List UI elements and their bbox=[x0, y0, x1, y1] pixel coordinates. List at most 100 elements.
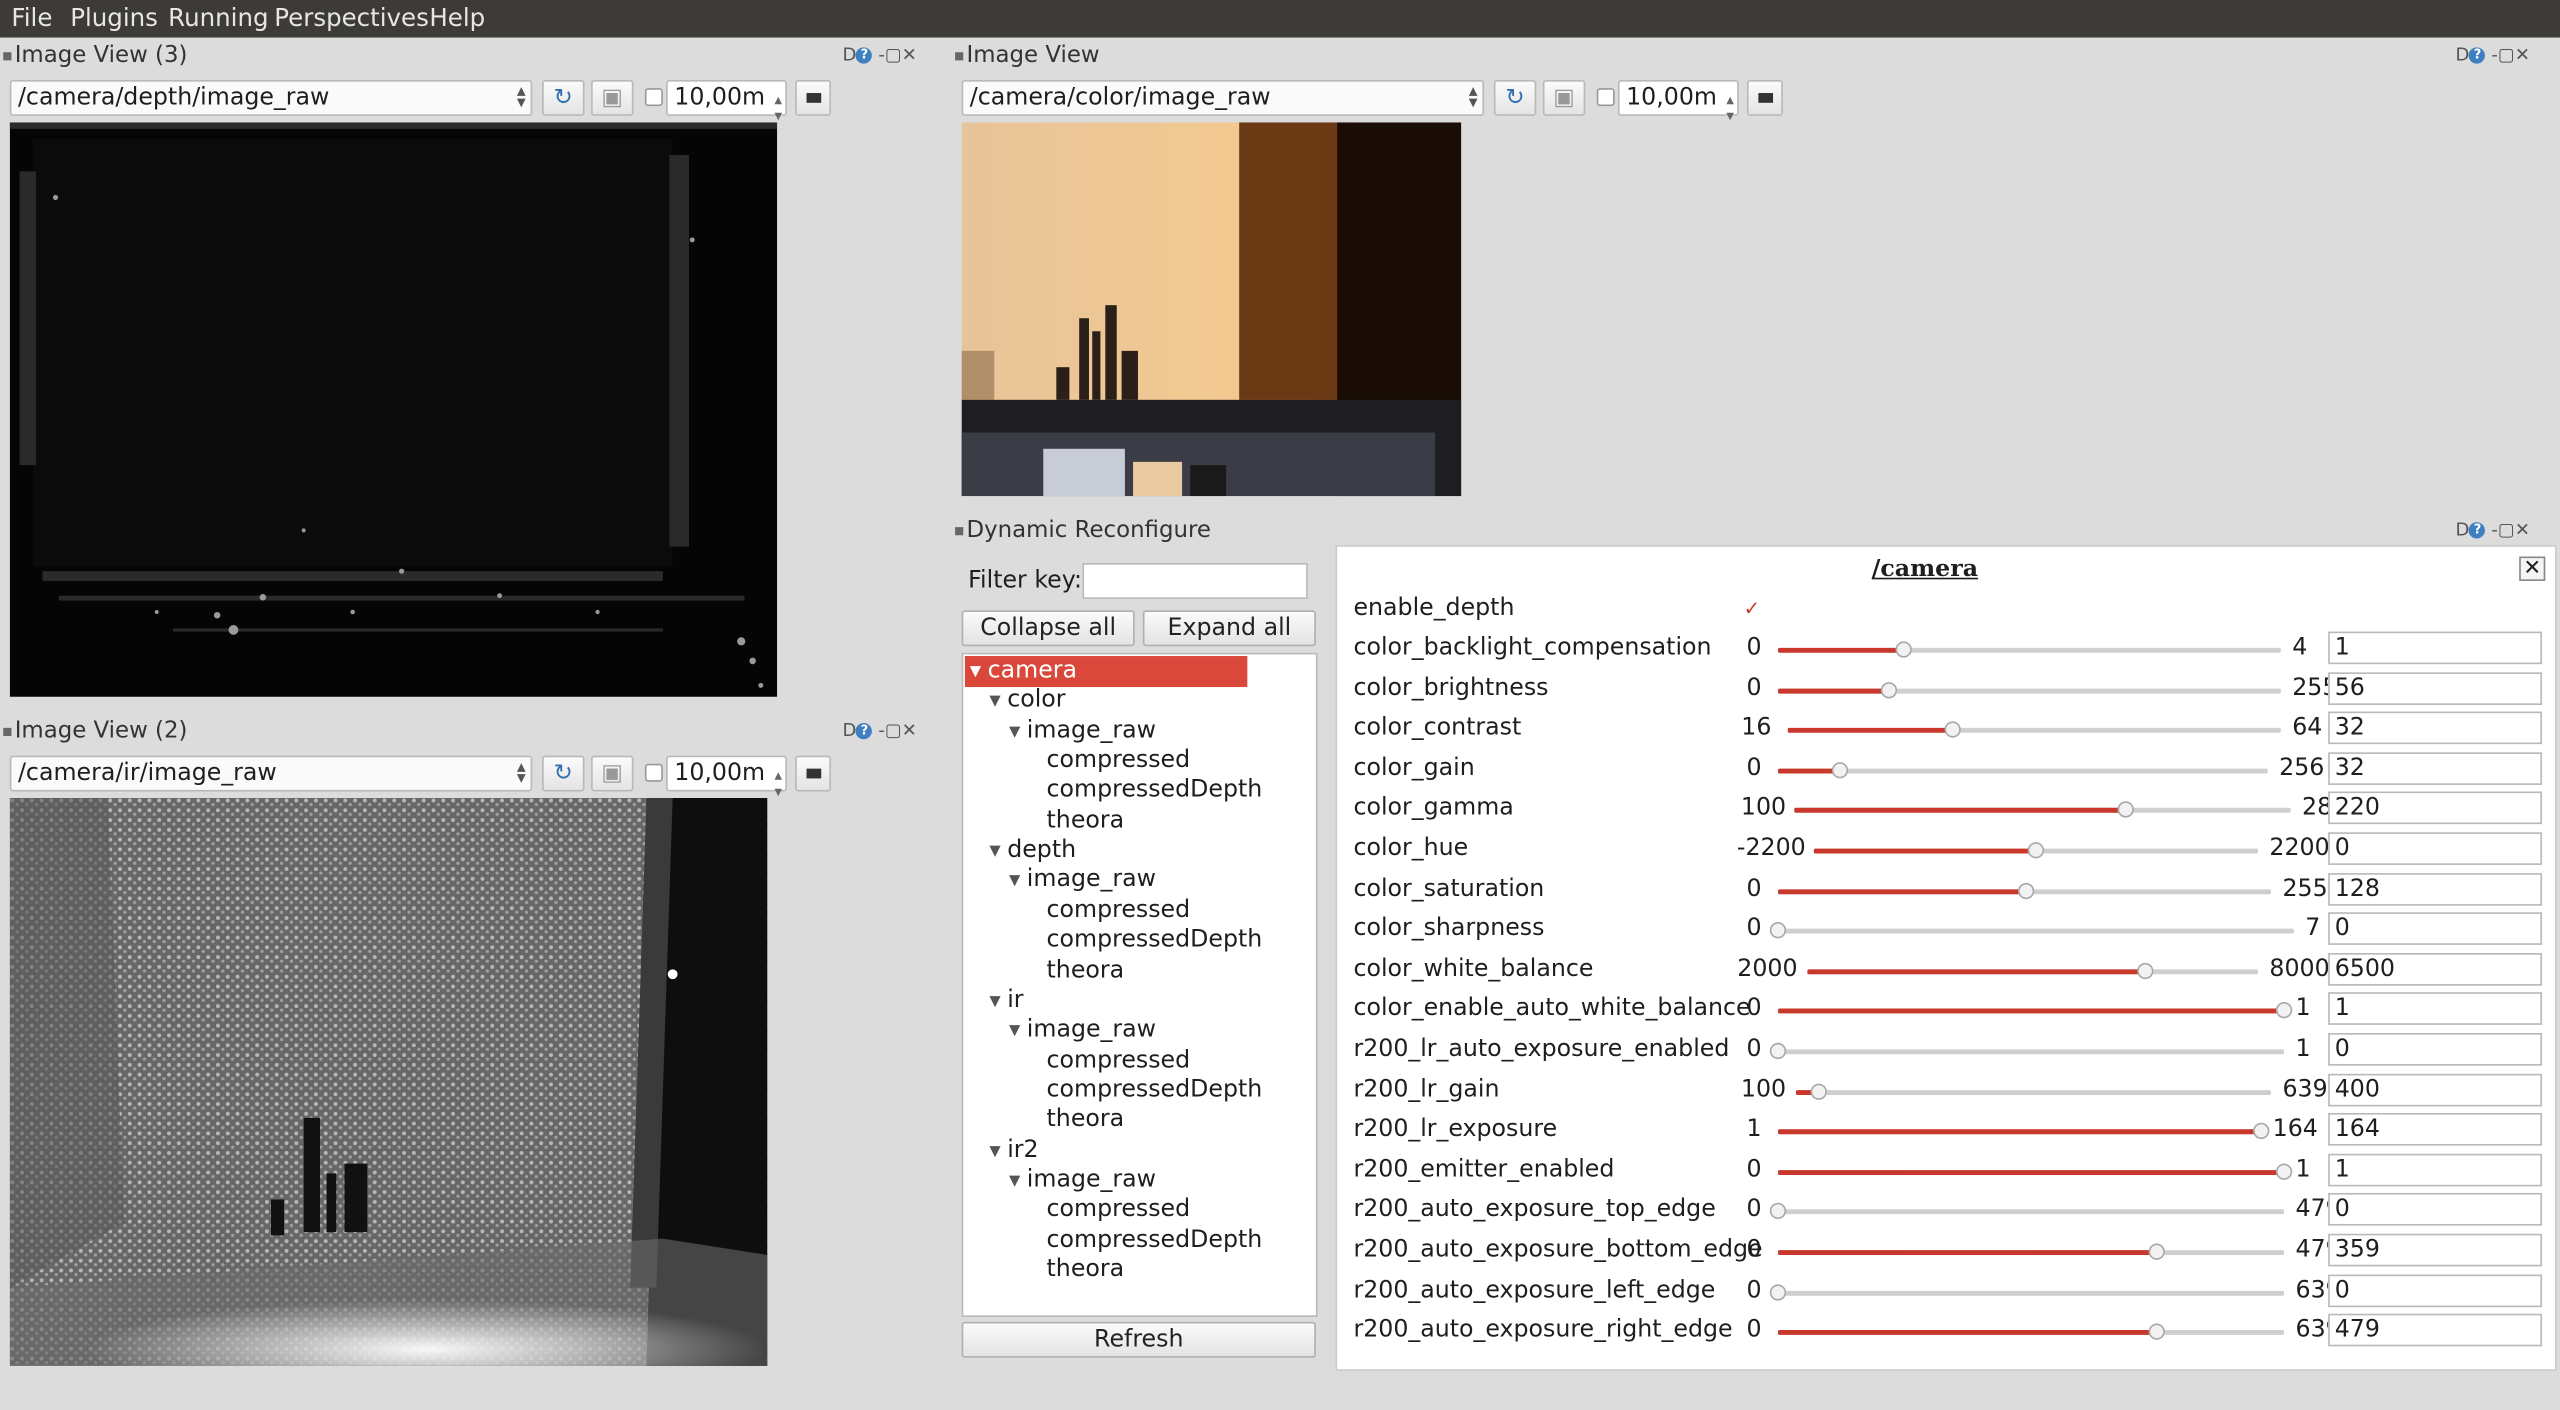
tree-node[interactable]: compressedDepth bbox=[1029, 1225, 1263, 1254]
topic-select[interactable]: /camera/ir/image_raw ▲ ▼ bbox=[9, 755, 533, 792]
dock-undock-icon[interactable]: -▢ bbox=[878, 44, 901, 65]
expand-arrow-icon[interactable]: ▼ bbox=[970, 664, 981, 680]
help-icon[interactable]: ? bbox=[2469, 522, 2486, 539]
param-slider[interactable] bbox=[1769, 1203, 2285, 1220]
close-icon[interactable]: ✕ bbox=[2515, 44, 2530, 65]
param-value-input[interactable]: 32 bbox=[2328, 751, 2543, 785]
close-icon[interactable]: ✕ bbox=[2519, 556, 2546, 581]
expand-all-button[interactable]: Expand all bbox=[1142, 610, 1316, 647]
slider-handle[interactable] bbox=[1769, 1042, 1787, 1060]
spin-down-icon[interactable]: ▼ bbox=[1726, 101, 1734, 132]
dock-undock-icon[interactable]: -▢ bbox=[2491, 44, 2514, 65]
param-value-input[interactable]: 0 bbox=[2328, 1273, 2543, 1307]
dock-float-icon[interactable]: D bbox=[2456, 44, 2470, 65]
param-slider[interactable] bbox=[1769, 922, 2294, 939]
tree-node[interactable]: compressedDepth bbox=[1029, 776, 1263, 805]
dock-undock-icon[interactable]: -▢ bbox=[2491, 519, 2514, 540]
param-slider[interactable] bbox=[1769, 1042, 2285, 1060]
param-value-input[interactable]: 1 bbox=[2328, 992, 2543, 1026]
dock-grip-icon[interactable] bbox=[3, 727, 12, 736]
slider-handle[interactable] bbox=[2137, 962, 2154, 979]
expand-arrow-icon[interactable]: ▼ bbox=[1009, 874, 1020, 890]
slider-handle[interactable] bbox=[2275, 1002, 2293, 1019]
expand-arrow-icon[interactable]: ▼ bbox=[1009, 724, 1020, 740]
param-slider[interactable] bbox=[1777, 761, 2268, 779]
tree-node[interactable]: ▼ image_raw bbox=[1009, 1015, 1156, 1046]
expand-arrow-icon[interactable]: ▼ bbox=[1009, 1173, 1020, 1189]
tree-node[interactable]: ▼ image_raw bbox=[1009, 716, 1156, 747]
save-image-button[interactable]: ▣ bbox=[591, 755, 634, 792]
dynamic-range-checkbox[interactable] bbox=[1596, 88, 1615, 107]
slider-handle[interactable] bbox=[1769, 1203, 1787, 1220]
expand-arrow-icon[interactable]: ▼ bbox=[1009, 1024, 1020, 1040]
collapse-all-button[interactable]: Collapse all bbox=[961, 610, 1135, 647]
param-value-input[interactable]: 0 bbox=[2328, 912, 2543, 946]
slider-handle[interactable] bbox=[2017, 882, 2034, 899]
zoom-fit-button[interactable] bbox=[795, 755, 832, 792]
param-value-input[interactable]: 479 bbox=[2328, 1314, 2543, 1347]
tree-node[interactable]: compressed bbox=[1029, 1045, 1191, 1074]
dock-grip-icon[interactable] bbox=[3, 51, 12, 60]
topic-select[interactable]: /camera/depth/image_raw ▲ ▼ bbox=[9, 79, 533, 116]
save-image-button[interactable]: ▣ bbox=[1542, 79, 1586, 116]
slider-handle[interactable] bbox=[2253, 1123, 2270, 1140]
max-range-spinbox[interactable]: 10,00m ▲ ▼ bbox=[666, 79, 787, 122]
param-slider[interactable] bbox=[1777, 681, 2281, 698]
slider-handle[interactable] bbox=[1810, 1082, 1827, 1100]
expand-arrow-icon[interactable]: ▼ bbox=[989, 1143, 1000, 1159]
slider-handle[interactable] bbox=[1943, 721, 1961, 738]
slider-handle[interactable] bbox=[2027, 842, 2045, 859]
tree-node[interactable]: theora bbox=[1029, 806, 1125, 835]
help-icon[interactable]: ? bbox=[856, 722, 873, 740]
max-range-spinbox[interactable]: 10,00m ▲ ▼ bbox=[666, 755, 787, 798]
dock-grip-icon[interactable] bbox=[955, 51, 964, 60]
param-value-input[interactable]: 0 bbox=[2328, 1193, 2543, 1227]
param-slider[interactable] bbox=[1777, 641, 2281, 658]
tree-node[interactable]: ▼ ir2 bbox=[989, 1135, 1038, 1166]
help-icon[interactable]: ? bbox=[856, 47, 873, 64]
dynamic-range-checkbox[interactable] bbox=[644, 88, 663, 107]
param-slider[interactable] bbox=[1777, 1002, 2293, 1019]
dock-undock-icon[interactable]: -▢ bbox=[878, 720, 901, 741]
tree-node[interactable]: theora bbox=[1029, 1255, 1125, 1284]
tree-node[interactable]: compressed bbox=[1029, 746, 1191, 775]
param-value-input[interactable]: 400 bbox=[2328, 1073, 2543, 1106]
slider-handle[interactable] bbox=[2275, 1163, 2293, 1180]
expand-arrow-icon[interactable]: ▼ bbox=[989, 694, 1000, 710]
param-value-input[interactable]: 164 bbox=[2328, 1113, 2543, 1146]
slider-handle[interactable] bbox=[2148, 1323, 2166, 1341]
node-tree[interactable]: ▼ camera ▼ color ▼ image_raw compressed compres… bbox=[961, 652, 1318, 1317]
dock-grip-icon[interactable] bbox=[955, 526, 964, 535]
expand-arrow-icon[interactable]: ▼ bbox=[989, 844, 1000, 860]
tree-node[interactable]: ▼ color bbox=[989, 686, 1065, 717]
param-slider[interactable] bbox=[1777, 1163, 2293, 1180]
param-slider[interactable] bbox=[1769, 1283, 2285, 1300]
refresh-topics-button[interactable]: ↻ bbox=[542, 755, 585, 792]
param-slider[interactable] bbox=[1787, 721, 2281, 738]
refresh-topics-button[interactable]: ↻ bbox=[1493, 79, 1537, 116]
slider-handle[interactable] bbox=[1769, 922, 1787, 939]
param-value-input[interactable]: 56 bbox=[2328, 671, 2543, 705]
tree-node[interactable]: ▼ camera bbox=[964, 656, 1248, 688]
param-slider[interactable] bbox=[1794, 801, 2291, 819]
menu-plugins[interactable]: Plugins bbox=[70, 3, 158, 32]
tree-node[interactable]: ▼ depth bbox=[989, 836, 1076, 867]
topic-select[interactable]: /camera/color/image_raw ▲ ▼ bbox=[961, 79, 1485, 116]
slider-handle[interactable] bbox=[2148, 1243, 2166, 1260]
param-slider[interactable] bbox=[1777, 1323, 2285, 1341]
filter-key-input[interactable] bbox=[1082, 563, 1308, 599]
help-icon[interactable]: ? bbox=[2469, 47, 2486, 64]
param-value-input[interactable]: 6500 bbox=[2328, 952, 2543, 986]
param-value-input[interactable]: 1 bbox=[2328, 1153, 2543, 1187]
param-value-input[interactable]: 128 bbox=[2328, 872, 2543, 906]
param-slider[interactable] bbox=[1807, 962, 2258, 979]
tree-node[interactable]: ▼ image_raw bbox=[1009, 866, 1156, 897]
close-icon[interactable]: ✕ bbox=[902, 44, 917, 65]
tree-node[interactable]: theora bbox=[1029, 1105, 1125, 1134]
slider-handle[interactable] bbox=[2117, 801, 2134, 819]
menu-help[interactable]: Help bbox=[429, 3, 485, 32]
menu-file[interactable]: File bbox=[11, 3, 52, 32]
param-value-input[interactable]: 0 bbox=[2328, 832, 2543, 865]
tree-node[interactable]: compressedDepth bbox=[1029, 1075, 1263, 1104]
tree-node[interactable]: compressed bbox=[1029, 896, 1191, 925]
